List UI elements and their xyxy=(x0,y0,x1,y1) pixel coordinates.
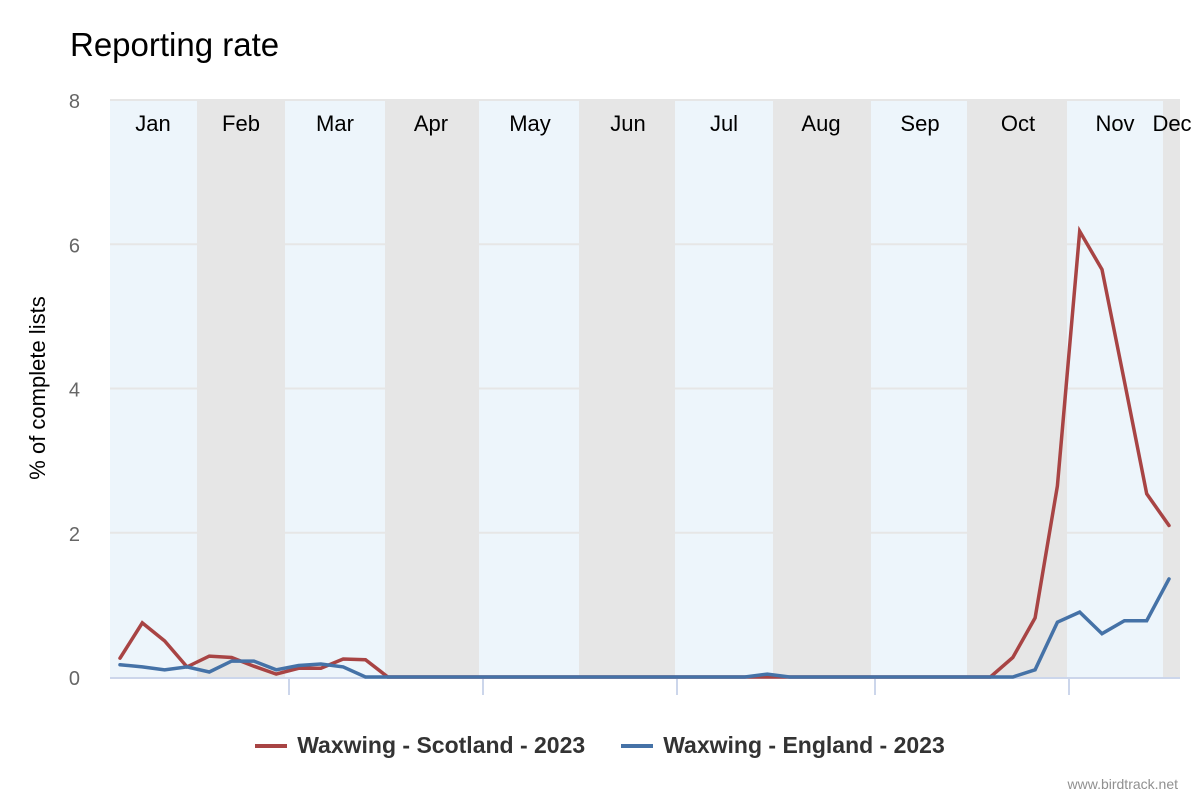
month-label-aug: Aug xyxy=(801,111,840,136)
month-label-mar: Mar xyxy=(316,111,354,136)
month-label-jun: Jun xyxy=(610,111,645,136)
y-tick-label: 8 xyxy=(69,91,80,113)
y-tick-labels: 0 2 4 6 8 xyxy=(69,91,80,690)
legend-label-scotland: Waxwing - Scotland - 2023 xyxy=(297,732,586,758)
legend-item-england[interactable]: Waxwing - England - 2023 xyxy=(621,732,945,759)
legend-swatch-scotland xyxy=(255,743,288,748)
chart-canvas: 0 2 4 6 8 Jan Feb Mar Apr May Jun Jul Aug Sep Oct Nov D… xyxy=(69,91,1192,695)
legend-item-scotland[interactable]: Waxwing - Scotland - 2023 xyxy=(255,732,585,759)
month-label-jan: Jan xyxy=(135,111,170,136)
month-label-may: May xyxy=(509,111,551,136)
month-label-jul: Jul xyxy=(710,111,738,136)
month-label-apr: Apr xyxy=(414,111,448,136)
month-label-oct: Oct xyxy=(1001,111,1035,136)
y-tick-label: 0 xyxy=(69,668,80,690)
y-tick-label: 4 xyxy=(69,380,80,402)
x-axis xyxy=(110,677,1180,695)
credit-link[interactable]: www.birdtrack.net xyxy=(1068,776,1178,792)
legend-swatch-england xyxy=(621,743,654,748)
y-tick-label: 6 xyxy=(69,235,80,257)
month-label-feb: Feb xyxy=(222,111,260,136)
legend: Waxwing - Scotland - 2023 Waxwing - Engl… xyxy=(0,732,1200,759)
month-label-sep: Sep xyxy=(900,111,939,136)
legend-label-england: Waxwing - England - 2023 xyxy=(663,732,945,758)
month-label-dec: Dec xyxy=(1152,111,1191,136)
month-label-nov: Nov xyxy=(1095,111,1134,136)
y-tick-label: 2 xyxy=(69,524,80,546)
